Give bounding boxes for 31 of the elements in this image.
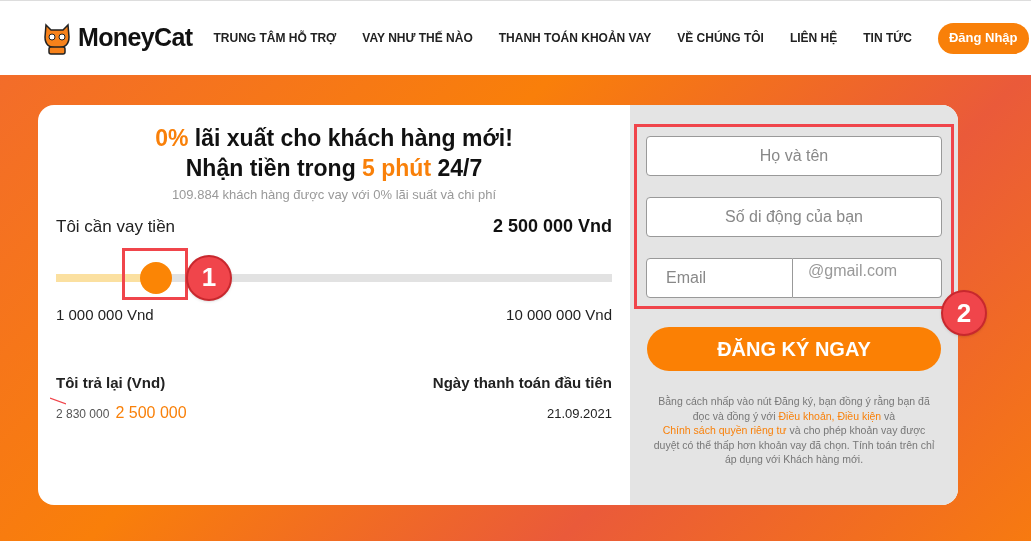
slider-thumb[interactable] (140, 261, 173, 294)
email-field[interactable]: Email (646, 258, 793, 298)
headline-text: Nhận tiền trong (185, 155, 357, 181)
nav-link[interactable]: TRUNG TÂM HỖ TRỢ (213, 29, 337, 47)
date-label: Ngày thanh toán đầu tiên (432, 373, 612, 393)
highlight-frame (122, 247, 189, 300)
payment-date: 21.09.2021 (546, 404, 612, 423)
strikethrough-line (50, 396, 66, 405)
phone-field[interactable]: Số di động của bạn (646, 197, 942, 237)
max-amount: 10 000 000 Vnd (506, 304, 612, 325)
amount-label: Tôi cần vay tiền (56, 216, 176, 238)
subtitle: 109.884 khách hàng được vay với 0% lãi suất và chi phí (170, 186, 498, 204)
headline-text: lãi xuất cho khách hàng mới! (193, 125, 513, 151)
terms-text: Bằng cách nhấp vào nút Đăng ký, bạn đồng ý rằng bạn đã đọc và đồng ý với Điều khoản, Điều kiện và Chính sách quyền riêng tư và cho phép khoản vay được duyệt có thể thấp hơn khoản vay đã chọn. Tính toán trên chỉ áp dụng với Khách hàng mới. (652, 394, 936, 467)
nav-link[interactable]: VAY NHƯ THẾ NÀO (362, 29, 473, 47)
new-price: 2 500 000 (115, 402, 187, 423)
nav-link[interactable]: LIÊN HỆ (789, 29, 838, 47)
logo-text[interactable]: MoneyCat (78, 19, 193, 57)
min-amount: 1 000 000 Vnd (56, 304, 154, 325)
name-field[interactable]: Họ và tên (646, 136, 942, 176)
number-badge: 2 (941, 290, 987, 336)
headline-text: 24/7 (436, 155, 483, 181)
nav-link[interactable]: TIN TỨC (863, 29, 912, 47)
repay-label: Tôi trả lại (Vnd) (56, 373, 166, 393)
highlighted-headline-text: 0% (155, 125, 189, 151)
highlighted-headline-text: 5 phút (362, 155, 432, 181)
nav-link[interactable]: VỀ CHÚNG TÔI (677, 29, 764, 47)
old-price: 2 830 000 (56, 406, 110, 421)
nav-link[interactable]: THANH TOÁN KHOẢN VAY (498, 29, 652, 47)
amount-value: 2 500 000 Vnd (492, 214, 612, 238)
number-badge: 1 (186, 254, 233, 301)
